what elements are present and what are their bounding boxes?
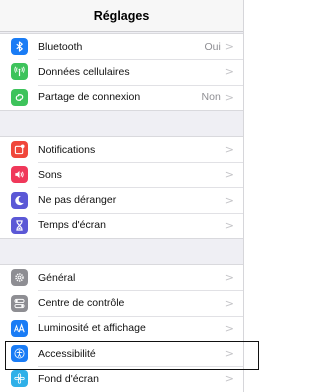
hourglass-icon (11, 216, 28, 234)
settings-group-notifications: Notifications > Sons > Ne pas déranger >… (0, 136, 243, 239)
chevron-right-icon: > (224, 372, 234, 386)
chevron-right-icon: > (224, 65, 234, 79)
chevron-right-icon: > (224, 143, 234, 157)
settings-row-notifications[interactable]: Notifications > (0, 136, 243, 163)
chevron-right-icon: > (224, 271, 234, 285)
settings-row-screen-time[interactable]: Temps d'écran > (0, 212, 243, 239)
settings-row-label: Fond d'écran (38, 372, 99, 385)
settings-row-control-center[interactable]: Centre de contrôle > (0, 290, 243, 316)
cellular-antenna-icon (11, 63, 28, 81)
settings-group-general: Général > Centre de contrôle > Luminosit… (0, 265, 243, 392)
settings-row-cellular[interactable]: Données cellulaires > (0, 59, 243, 85)
settings-row-label: Sons (38, 168, 62, 181)
toggles-icon (11, 294, 28, 312)
settings-row-value: Oui (204, 40, 221, 53)
settings-row-value: Non (201, 91, 221, 104)
settings-row-hotspot[interactable]: Partage de connexion Non > (0, 84, 243, 110)
chevron-right-icon: > (224, 168, 234, 182)
chevron-right-icon: > (224, 218, 234, 232)
settings-row-do-not-disturb[interactable]: Ne pas déranger > (0, 187, 243, 213)
settings-row-label: Accessibilité (38, 347, 96, 360)
chevron-right-icon: > (224, 40, 234, 54)
nav-bar: Réglages (0, 0, 243, 32)
settings-row-bluetooth[interactable]: Bluetooth Oui > (0, 34, 243, 60)
section-gap (0, 238, 243, 266)
settings-row-label: Bluetooth (38, 40, 83, 53)
bluetooth-icon (11, 38, 28, 56)
settings-row-sounds[interactable]: Sons > (0, 162, 243, 188)
text-size-icon (11, 319, 28, 337)
hotspot-chain-icon (11, 88, 28, 106)
settings-row-label: Centre de contrôle (38, 297, 125, 310)
settings-row-label: Données cellulaires (38, 65, 130, 78)
chevron-right-icon: > (224, 296, 234, 310)
flower-icon (11, 370, 28, 388)
notifications-icon (11, 141, 28, 159)
settings-row-accessibility[interactable]: Accessibilité > (0, 340, 243, 367)
settings-row-general[interactable]: Général > (0, 265, 243, 291)
settings-row-label: Notifications (38, 143, 96, 156)
settings-row-label: Temps d'écran (38, 219, 106, 232)
accessibility-icon (11, 345, 28, 363)
moon-icon (11, 191, 28, 209)
settings-group-connectivity: Bluetooth Oui > Données cellulaires > Pa… (0, 34, 243, 110)
chevron-right-icon: > (224, 347, 234, 361)
settings-row-display-brightness[interactable]: Luminosité et affichage > (0, 315, 243, 341)
section-gap (0, 109, 243, 137)
gear-icon (11, 269, 28, 287)
settings-screen: Réglages Bluetooth Oui > Données cellula… (0, 0, 244, 392)
settings-row-label: Général (38, 271, 76, 284)
settings-row-wallpaper[interactable]: Fond d'écran > (0, 366, 243, 392)
settings-row-label: Partage de connexion (38, 91, 141, 104)
chevron-right-icon: > (224, 321, 234, 335)
settings-row-label: Ne pas déranger (38, 194, 117, 207)
chevron-right-icon: > (224, 90, 234, 104)
chevron-right-icon: > (224, 193, 234, 207)
settings-row-label: Luminosité et affichage (38, 322, 146, 335)
page-title: Réglages (93, 8, 150, 23)
speaker-icon (11, 166, 28, 184)
